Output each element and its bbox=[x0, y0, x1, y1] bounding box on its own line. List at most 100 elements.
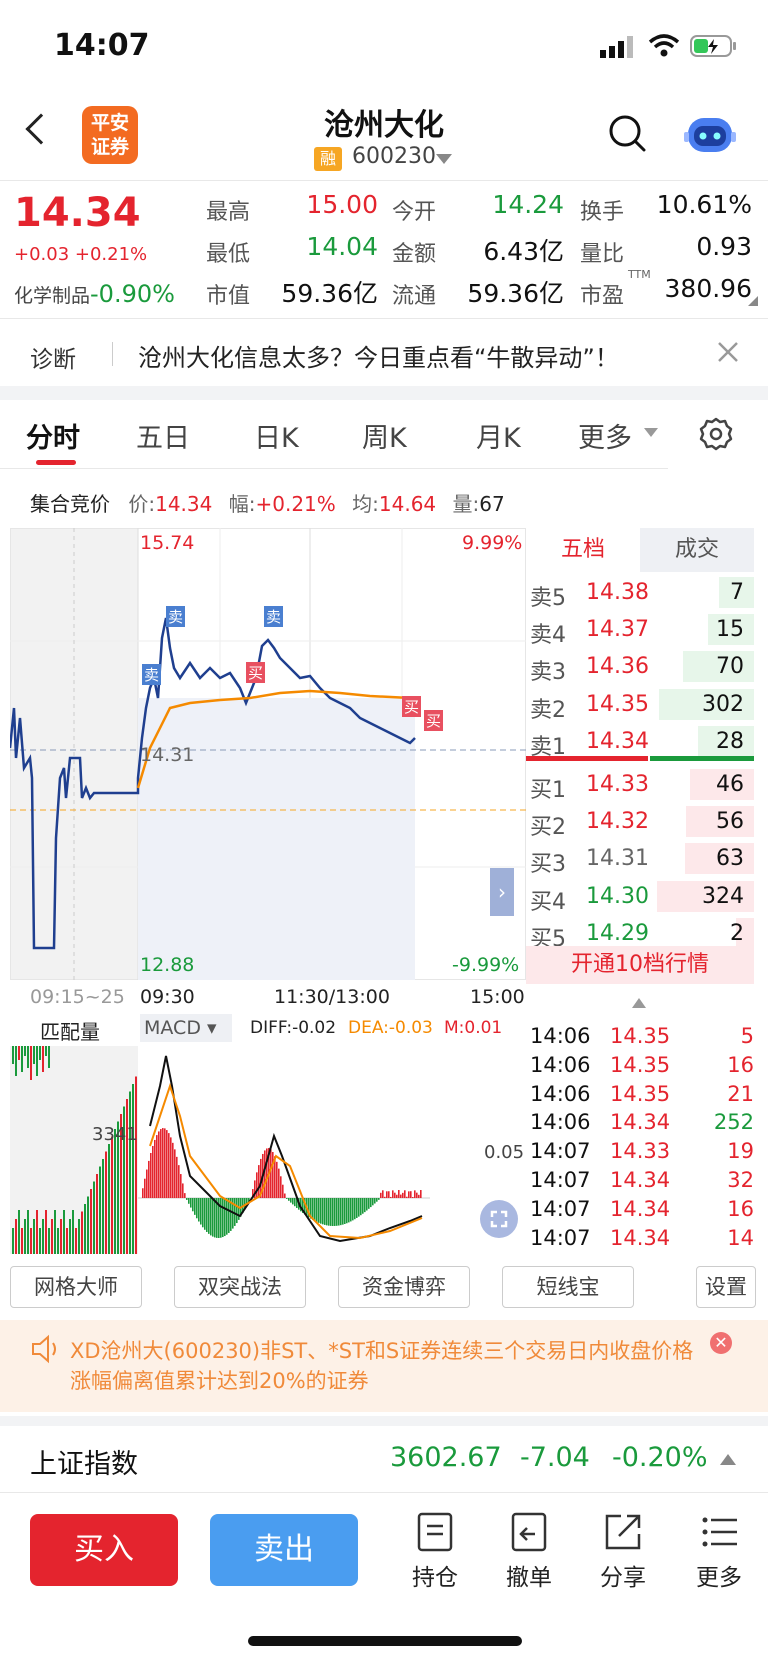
match-volume-bar bbox=[63, 1210, 65, 1254]
buy-button[interactable]: 买入 bbox=[30, 1514, 178, 1586]
tab-5[interactable]: 更多 bbox=[578, 416, 632, 455]
orderbook-row[interactable]: 买1 14.33 46 bbox=[526, 766, 754, 803]
sector-info[interactable]: 化学制品-0.90% bbox=[14, 280, 175, 308]
index-expand-icon[interactable] bbox=[720, 1454, 736, 1465]
match-volume-bar bbox=[42, 1046, 44, 1072]
match-volume-bar bbox=[93, 1181, 95, 1254]
collapse-up-icon[interactable] bbox=[632, 998, 646, 1008]
orderbook-volume: 15 bbox=[716, 617, 744, 643]
robot-assistant-icon[interactable] bbox=[684, 112, 736, 158]
search-icon[interactable] bbox=[608, 114, 648, 154]
macd-bar bbox=[148, 1160, 150, 1198]
cancel-order-button[interactable]: 撤单 bbox=[494, 1512, 564, 1592]
tool-button-4[interactable]: 设置 bbox=[696, 1266, 756, 1308]
tab-1[interactable]: 五日 bbox=[136, 416, 190, 455]
settings-gear-icon[interactable] bbox=[698, 416, 734, 452]
hold-button[interactable]: 持仓 bbox=[400, 1512, 470, 1592]
tick-time: 14:06 bbox=[530, 1081, 591, 1106]
tab-0[interactable]: 分时 bbox=[26, 416, 80, 455]
stock-code[interactable]: 600230 bbox=[352, 144, 436, 169]
match-volume-bar bbox=[87, 1196, 89, 1254]
fullscreen-icon[interactable] bbox=[480, 1200, 518, 1238]
macd-bar bbox=[386, 1191, 388, 1198]
orderbook-row[interactable]: 买4 14.30 324 bbox=[526, 878, 754, 915]
macd-bar bbox=[398, 1190, 400, 1198]
match-volume-bar bbox=[12, 1046, 14, 1064]
macd-bar bbox=[360, 1198, 362, 1216]
notice-close-icon[interactable]: ✕ bbox=[710, 1332, 732, 1354]
tab-2[interactable]: 日K bbox=[254, 416, 299, 455]
share-button[interactable]: 分享 bbox=[588, 1512, 658, 1592]
macd-bar bbox=[400, 1194, 402, 1198]
x-label-close: 15:00 bbox=[470, 986, 525, 1008]
stock-name: 沧州大化 bbox=[324, 108, 444, 143]
quote-label: 流通 bbox=[392, 284, 437, 309]
tab-4[interactable]: 月K bbox=[476, 416, 521, 455]
tab-trades[interactable]: 成交 bbox=[640, 528, 754, 572]
macd-bar bbox=[408, 1191, 410, 1198]
quote-label: 量比 bbox=[580, 242, 625, 267]
more-dropdown-icon[interactable] bbox=[644, 428, 658, 437]
macd-selector[interactable]: MACD ▾ bbox=[140, 1014, 232, 1042]
tab-3[interactable]: 周K bbox=[362, 416, 407, 455]
buy-marker: 买 bbox=[246, 662, 266, 683]
open-10-level-button[interactable]: 开通10档行情 bbox=[526, 946, 754, 984]
chart-expand-icon[interactable]: › bbox=[490, 868, 514, 916]
macd-bar bbox=[410, 1191, 412, 1198]
tick-price: 14.35 bbox=[610, 1081, 671, 1106]
diagnosis-text[interactable]: 沧州大化信息太多？今日重点看“牛散异动”！ bbox=[138, 338, 619, 373]
orderbook-row[interactable]: 卖4 14.37 15 bbox=[526, 611, 754, 648]
tab-five-level[interactable]: 五档 bbox=[526, 528, 640, 572]
code-dropdown-icon[interactable] bbox=[436, 154, 452, 164]
orderbook-row[interactable]: 买3 14.31 63 bbox=[526, 840, 754, 877]
orderbook-row[interactable]: 卖2 14.35 302 bbox=[526, 686, 754, 723]
match-volume-bar bbox=[18, 1046, 20, 1060]
orderbook-price: 14.36 bbox=[586, 654, 649, 680]
orderbook-row[interactable]: 买2 14.32 56 bbox=[526, 803, 754, 840]
macd-bar bbox=[144, 1178, 146, 1198]
macd-bar bbox=[214, 1198, 216, 1238]
tool-button-2[interactable]: 资金博弈 bbox=[338, 1266, 470, 1308]
orderbook-volume: 302 bbox=[702, 691, 744, 717]
tick-time: 14:07 bbox=[530, 1225, 591, 1250]
macd-bar bbox=[158, 1131, 160, 1198]
match-volume-bar bbox=[96, 1174, 98, 1254]
macd-bar bbox=[210, 1198, 212, 1236]
macd-bar bbox=[200, 1198, 202, 1225]
orderbook-row[interactable]: 卖3 14.36 70 bbox=[526, 648, 754, 685]
tool-button-3[interactable]: 短线宝 bbox=[502, 1266, 634, 1308]
orderbook-label: 卖2 bbox=[530, 697, 566, 723]
macd-bar bbox=[362, 1198, 364, 1214]
more-button[interactable]: 更多 bbox=[684, 1512, 754, 1592]
macd-bar bbox=[372, 1198, 374, 1206]
tool-button-0[interactable]: 网格大师 bbox=[10, 1266, 142, 1308]
tick-volume: 252 bbox=[713, 1110, 754, 1135]
macd-bar bbox=[164, 1128, 166, 1198]
macd-bar bbox=[318, 1198, 320, 1223]
match-volume-tab[interactable]: 匹配量 bbox=[40, 1016, 100, 1045]
home-indicator[interactable] bbox=[248, 1636, 522, 1646]
expand-corner-icon[interactable] bbox=[748, 296, 758, 306]
orderbook-volume: 2 bbox=[730, 920, 744, 946]
intraday-chart-svg bbox=[10, 528, 526, 980]
macd-bar bbox=[178, 1165, 180, 1198]
close-banner-icon[interactable] bbox=[716, 340, 740, 364]
macd-bar bbox=[146, 1169, 148, 1198]
orderbook-row[interactable]: 卖1 14.34 28 bbox=[526, 723, 754, 760]
macd-bar bbox=[226, 1198, 228, 1235]
orderbook-row[interactable]: 卖5 14.38 7 bbox=[526, 574, 754, 611]
notice-text[interactable]: XD沧州大(600230)非ST、*ST和S证券连续三个交易日内收盘价格涨幅偏离… bbox=[70, 1336, 710, 1396]
tool-button-1[interactable]: 双突战法 bbox=[174, 1266, 306, 1308]
macd-bar bbox=[204, 1198, 206, 1230]
quote-label: 换手 bbox=[580, 200, 625, 225]
sell-marker: 卖 bbox=[142, 664, 162, 685]
macd-bar bbox=[194, 1198, 196, 1215]
orderbook-price: 14.33 bbox=[586, 772, 649, 797]
macd-volume-label: 3341 bbox=[92, 1124, 138, 1145]
chart-bottom-pct: -9.99% bbox=[452, 954, 520, 976]
macd-bar bbox=[150, 1153, 152, 1198]
index-name[interactable]: 上证指数 bbox=[30, 1442, 138, 1481]
sell-button[interactable]: 卖出 bbox=[210, 1514, 358, 1586]
macd-bar bbox=[228, 1198, 230, 1233]
macd-bar bbox=[352, 1198, 354, 1221]
